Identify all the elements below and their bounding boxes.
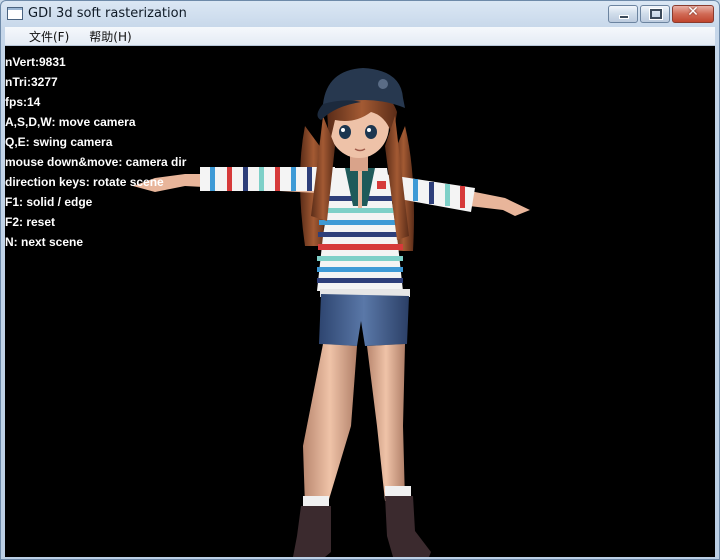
- help-reset: F2: reset: [5, 215, 56, 229]
- right-boot: [385, 496, 431, 557]
- triangle-count-text: nTri:3277: [5, 75, 58, 89]
- menu-file[interactable]: 文件(F): [23, 28, 75, 45]
- maximize-icon: [649, 8, 663, 20]
- minimize-button[interactable]: [608, 5, 638, 23]
- info-overlay: nVert:9831 nTri:3277 fps:14 A,S,D,W: mov…: [5, 52, 186, 252]
- eye: [365, 125, 377, 139]
- help-solid-edge: F1: solid / edge: [5, 195, 93, 209]
- minimize-icon: [619, 15, 629, 19]
- right-leg: [367, 344, 405, 501]
- help-next-scene: N: next scene: [5, 235, 84, 249]
- app-window-icon[interactable]: [7, 7, 23, 20]
- shorts: [319, 294, 409, 346]
- app-window: GDI 3d soft rasterization ✕ 文件(F) 帮助(H) …: [0, 0, 720, 560]
- vertex-count-text: nVert:9831: [5, 55, 66, 69]
- cap-badge: [378, 79, 388, 89]
- caption-buttons: ✕: [606, 4, 714, 23]
- menu-bar: 文件(F) 帮助(H): [5, 27, 715, 46]
- menu-help[interactable]: 帮助(H): [83, 28, 137, 45]
- fps-text: fps:14: [5, 95, 41, 109]
- help-swing-camera: Q,E: swing camera: [5, 135, 113, 149]
- left-boot: [293, 506, 331, 557]
- maximize-button[interactable]: [640, 5, 670, 23]
- help-rotate-scene: direction keys: rotate scene: [5, 175, 164, 189]
- close-button[interactable]: ✕: [672, 4, 714, 23]
- render-viewport[interactable]: nVert:9831 nTri:3277 fps:14 A,S,D,W: mov…: [5, 46, 715, 557]
- window-title: GDI 3d soft rasterization: [28, 6, 187, 21]
- eye: [339, 125, 351, 139]
- title-bar[interactable]: GDI 3d soft rasterization ✕: [1, 1, 719, 27]
- left-leg: [303, 344, 357, 506]
- help-camera-dir: mouse down&move: camera dir: [5, 155, 187, 169]
- close-icon: ✕: [687, 4, 699, 20]
- help-move-camera: A,S,D,W: move camera: [5, 115, 136, 129]
